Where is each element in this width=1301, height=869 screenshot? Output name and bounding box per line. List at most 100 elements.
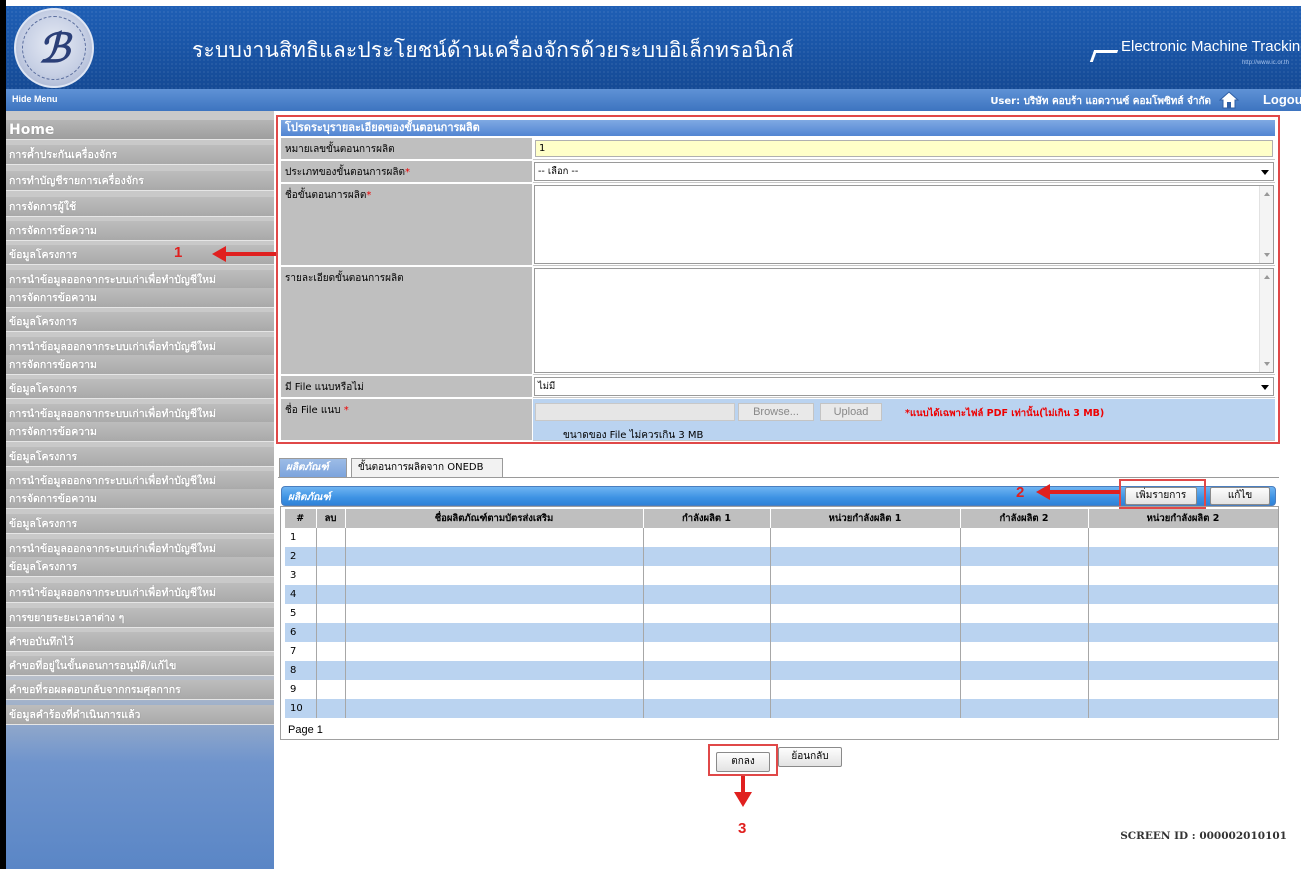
edit-button[interactable]: แก้ไข — [1210, 487, 1270, 505]
cell — [960, 699, 1089, 718]
cell — [1088, 699, 1279, 718]
sidebar-item[interactable]: การทำบัญชีรายการเครื่องจักร — [6, 171, 274, 191]
table-row[interactable]: 10 — [285, 699, 1279, 718]
cell — [345, 661, 644, 680]
required-mark: * — [404, 167, 410, 178]
cell — [1088, 680, 1279, 699]
cell — [1088, 604, 1279, 623]
col-header: หน่วยกำลังผลิต 2 — [1088, 509, 1279, 528]
sidebar-item[interactable]: การนำข้อมูลออกจากระบบเก่าเพื่อทำบัญชีใหม… — [6, 539, 274, 559]
step-name-textarea[interactable] — [534, 185, 1274, 264]
cell — [1088, 547, 1279, 566]
cell — [960, 547, 1089, 566]
cell — [643, 623, 771, 642]
table-row[interactable]: 9 — [285, 680, 1279, 699]
step-no-input[interactable]: 1 — [535, 140, 1273, 157]
has-file-select[interactable]: ไม่มี — [534, 377, 1274, 396]
annotation-box-add — [1119, 479, 1206, 509]
sidebar-item[interactable]: การจัดการข้อความ — [6, 288, 274, 308]
delete-cell[interactable] — [316, 661, 346, 680]
sidebar-item[interactable]: การจัดการข้อความ — [6, 422, 274, 442]
sidebar-item[interactable]: ข้อมูลโครงการ — [6, 312, 274, 332]
cell — [960, 604, 1089, 623]
sidebar-item[interactable]: การจัดการข้อความ — [6, 489, 274, 509]
table-row[interactable]: 6 — [285, 623, 1279, 642]
sidebar-item[interactable]: การค้ำประกันเครื่องจักร — [6, 145, 274, 165]
sidebar-item-home[interactable]: Home — [6, 120, 274, 140]
cell — [643, 699, 771, 718]
cell — [345, 642, 644, 661]
cell — [345, 528, 644, 547]
delete-cell[interactable] — [316, 528, 346, 547]
tab-products[interactable]: ผลิตภัณฑ์ — [279, 458, 347, 478]
cell — [960, 528, 1089, 547]
cell — [770, 680, 961, 699]
sidebar-item[interactable]: การจัดการข้อความ — [6, 355, 274, 375]
annotation-box-ok — [708, 744, 778, 776]
sidebar-item[interactable]: ข้อมูลคำร้องที่ดำเนินการแล้ว — [6, 705, 274, 725]
cell — [643, 604, 771, 623]
step-type-select[interactable]: -- เลือก -- — [534, 162, 1274, 181]
sidebar-item[interactable]: การนำข้อมูลออกจากระบบเก่าเพื่อทำบัญชีใหม… — [6, 270, 274, 290]
pager-label: Page 1 — [288, 724, 323, 736]
table-row[interactable]: 8 — [285, 661, 1279, 680]
step-type-label: ประเภทของขั้นตอนการผลิต* — [281, 161, 532, 183]
table-row[interactable]: 4 — [285, 585, 1279, 604]
file-path-input[interactable] — [535, 403, 735, 421]
scrollbar[interactable] — [1259, 269, 1273, 372]
col-header: # — [285, 509, 317, 528]
tab-divider — [278, 477, 1279, 478]
delete-cell[interactable] — [316, 547, 346, 566]
sidebar-item[interactable]: ข้อมูลโครงการ — [6, 557, 274, 577]
annotation-label-3: 3 — [738, 820, 747, 837]
cell — [643, 528, 771, 547]
table-row[interactable]: 5 — [285, 604, 1279, 623]
sidebar-item[interactable]: คำขอบันทึกไว้ — [6, 632, 274, 652]
back-button[interactable]: ย้อนกลับ — [778, 747, 842, 767]
browse-button[interactable]: Browse... — [738, 403, 814, 421]
delete-cell[interactable] — [316, 585, 346, 604]
col-header: หน่วยกำลังผลิต 1 — [770, 509, 961, 528]
delete-cell[interactable] — [316, 623, 346, 642]
sidebar-item[interactable]: ข้อมูลโครงการ — [6, 379, 274, 399]
sidebar-item[interactable]: ข้อมูลโครงการ — [6, 514, 274, 534]
col-header: กำลังผลิต 1 — [643, 509, 771, 528]
products-toolbar-label: ผลิตภัณฑ์ — [288, 492, 331, 503]
has-file-selected: ไม่มี — [538, 381, 556, 392]
logout-link[interactable]: Logout — [1263, 92, 1301, 107]
delete-cell[interactable] — [316, 699, 346, 718]
tab-onedb-steps[interactable]: ขั้นตอนการผลิตจาก ONEDB — [351, 458, 503, 478]
upload-button[interactable]: Upload — [820, 403, 882, 421]
sidebar-item[interactable]: คำขอที่อยู่ในขั้นตอนการอนุมัติ/แก้ไข — [6, 656, 274, 676]
sidebar-item[interactable]: ข้อมูลโครงการ — [6, 447, 274, 467]
sidebar-item[interactable]: การนำข้อมูลออกจากระบบเก่าเพื่อทำบัญชีใหม… — [6, 337, 274, 357]
delete-cell[interactable] — [316, 566, 346, 585]
cell — [345, 547, 644, 566]
sidebar-item[interactable]: การขยายระยะเวลาต่าง ๆ — [6, 608, 274, 628]
table-row[interactable]: 1 — [285, 528, 1279, 547]
scrollbar[interactable] — [1259, 186, 1273, 263]
sidebar-item[interactable]: การจัดการผู้ใช้ — [6, 197, 274, 217]
delete-cell[interactable] — [316, 680, 346, 699]
hide-menu-link[interactable]: Hide Menu — [12, 94, 58, 104]
sidebar-item[interactable]: คำขอที่รอผลตอบกลับจากกรมศุลกากร — [6, 680, 274, 700]
step-detail-textarea[interactable] — [534, 268, 1274, 373]
sidebar-item[interactable]: การนำข้อมูลออกจากระบบเก่าเพื่อทำบัญชีใหม… — [6, 583, 274, 603]
delete-cell[interactable] — [316, 604, 346, 623]
annotation-arrow-2-line — [1048, 490, 1120, 494]
chevron-down-icon — [1261, 170, 1269, 175]
sidebar-item[interactable]: การจัดการข้อความ — [6, 221, 274, 241]
sidebar-item[interactable]: การนำข้อมูลออกจากระบบเก่าเพื่อทำบัญชีใหม… — [6, 471, 274, 491]
delete-cell[interactable] — [316, 642, 346, 661]
table-row[interactable]: 2 — [285, 547, 1279, 566]
file-name-label-text: ชื่อ File แนบ — [285, 405, 341, 416]
table-row[interactable]: 3 — [285, 566, 1279, 585]
table-row[interactable]: 7 — [285, 642, 1279, 661]
cell — [960, 642, 1089, 661]
sidebar-item[interactable]: การนำข้อมูลออกจากระบบเก่าเพื่อทำบัญชีใหม… — [6, 404, 274, 424]
step-type-label-text: ประเภทของขั้นตอนการผลิต — [285, 167, 405, 178]
home-icon[interactable] — [1219, 91, 1239, 109]
scroll-down-icon — [1264, 362, 1270, 366]
cell — [345, 680, 644, 699]
cell — [770, 547, 961, 566]
